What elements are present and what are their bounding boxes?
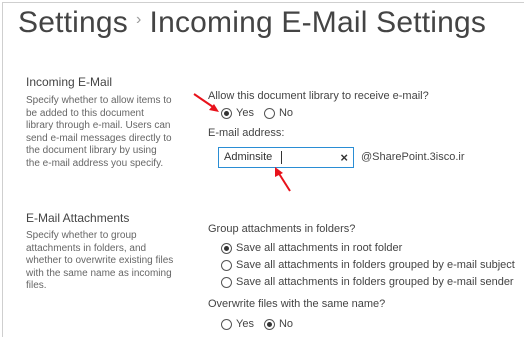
- breadcrumb-separator-icon: ›: [136, 11, 142, 28]
- overwrite-yes-radio[interactable]: [221, 319, 232, 330]
- description-line: Specify whether to group: [26, 230, 186, 243]
- description-line: with the same name as incoming: [26, 268, 186, 281]
- description-line: be added to this document: [26, 108, 186, 121]
- email-attachments-heading: E-Mail Attachments: [26, 211, 129, 225]
- group-option-by-sender[interactable]: Save all attachments in folders grouped …: [221, 276, 514, 288]
- description-line: send e-mail messages directly to: [26, 133, 186, 146]
- email-address-label: E-mail address:: [208, 127, 284, 139]
- email-attachments-description: Specify whether to group attachments in …: [26, 230, 186, 293]
- allow-email-yes-label[interactable]: Yes: [236, 107, 254, 119]
- overwrite-radio-group: Yes No: [221, 318, 303, 330]
- group-root-folder-label[interactable]: Save all attachments in root folder: [236, 242, 402, 254]
- description-line: library through e-mail. Users can: [26, 120, 186, 133]
- group-option-root-folder[interactable]: Save all attachments in root folder: [221, 242, 402, 254]
- group-by-subject-label[interactable]: Save all attachments in folders grouped …: [236, 259, 515, 271]
- group-root-folder-radio[interactable]: [221, 243, 232, 254]
- allow-email-question: Allow this document library to receive e…: [208, 90, 429, 102]
- page-title-text: Incoming E-Mail Settings: [150, 6, 487, 39]
- allow-email-no-label[interactable]: No: [279, 107, 293, 119]
- description-line: attachments in folders, and: [26, 243, 186, 256]
- annotation-arrow-icon: [272, 166, 294, 194]
- group-by-sender-label[interactable]: Save all attachments in folders grouped …: [236, 276, 514, 288]
- overwrite-no-label[interactable]: No: [279, 318, 293, 330]
- description-line: the document library by using: [26, 145, 186, 158]
- allow-email-radio-group: Yes No: [221, 107, 303, 119]
- breadcrumb-settings-link[interactable]: Settings: [18, 6, 128, 39]
- overwrite-no-radio[interactable]: [264, 319, 275, 330]
- text-cursor: [281, 151, 282, 164]
- allow-email-yes-radio[interactable]: [221, 108, 232, 119]
- overwrite-yes-label[interactable]: Yes: [236, 318, 254, 330]
- description-line: files.: [26, 280, 186, 293]
- incoming-email-heading: Incoming E-Mail: [26, 75, 112, 89]
- group-by-subject-radio[interactable]: [221, 260, 232, 271]
- email-address-input[interactable]: Adminsite ×: [218, 147, 354, 168]
- email-address-value[interactable]: Adminsite: [224, 151, 272, 163]
- group-by-sender-radio[interactable]: [221, 277, 232, 288]
- group-attachments-question: Group attachments in folders?: [208, 223, 355, 235]
- annotation-arrow-icon: [192, 92, 222, 116]
- description-line: the e-mail address you specify.: [26, 158, 186, 171]
- group-option-by-subject[interactable]: Save all attachments in folders grouped …: [221, 259, 515, 271]
- description-line: Specify whether to allow items to: [26, 95, 186, 108]
- description-line: whether to overwrite existing files: [26, 255, 186, 268]
- incoming-email-description: Specify whether to allow items to be add…: [26, 95, 186, 171]
- clear-icon[interactable]: ×: [340, 150, 348, 165]
- overwrite-files-question: Overwrite files with the same name?: [208, 298, 385, 310]
- page-title: Settings › Incoming E-Mail Settings: [18, 6, 486, 40]
- email-domain-suffix: @SharePoint.3isco.ir: [361, 151, 465, 163]
- allow-email-no-radio[interactable]: [264, 108, 275, 119]
